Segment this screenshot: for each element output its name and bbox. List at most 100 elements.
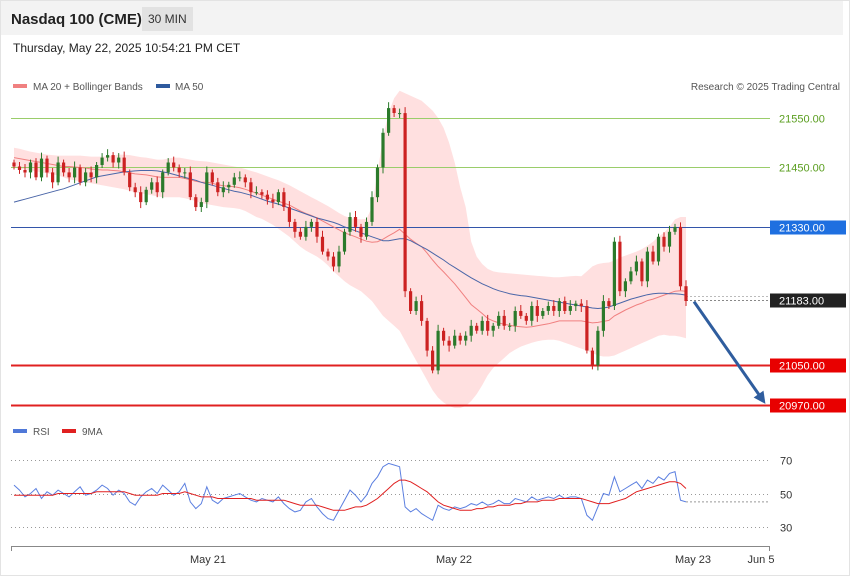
- candle-body: [667, 231, 672, 247]
- candle-body: [95, 165, 99, 178]
- candle-body: [370, 197, 374, 222]
- candle: [656, 233, 661, 266]
- candle-body: [304, 226, 308, 237]
- candle: [45, 155, 49, 178]
- candle-body: [568, 306, 572, 311]
- candle-body: [431, 350, 435, 371]
- candle-body: [535, 306, 539, 316]
- candle-body: [353, 217, 358, 227]
- candle-body: [78, 167, 82, 183]
- candle-body: [293, 221, 297, 232]
- candle-body: [530, 306, 534, 321]
- candle-body: [227, 184, 231, 188]
- candle-body: [486, 320, 490, 331]
- candle-body: [298, 231, 302, 237]
- candle: [596, 326, 600, 371]
- candle-body: [150, 182, 154, 190]
- candle-body: [403, 113, 407, 292]
- x-tick-label: Jun 5: [748, 554, 775, 566]
- candle-body: [480, 320, 484, 331]
- candle-body: [287, 207, 291, 222]
- rsi-ma-line: [14, 479, 687, 511]
- candle-body: [139, 192, 143, 203]
- candle: [387, 102, 391, 136]
- resistance-label: 21550.00: [779, 114, 825, 126]
- candle-body: [28, 162, 33, 173]
- candle: [205, 166, 209, 209]
- candle-body: [612, 241, 616, 306]
- candle-body: [260, 192, 264, 195]
- candle: [612, 237, 616, 310]
- arrow-head: [753, 390, 766, 404]
- rsi-panel: 70 50 30: [11, 456, 792, 535]
- candle-body: [640, 261, 644, 282]
- candle: [678, 222, 683, 291]
- candle-body: [67, 172, 71, 178]
- candle-body: [552, 306, 556, 311]
- candle-body: [398, 113, 402, 115]
- candle-body: [337, 251, 341, 267]
- arrow-shaft: [692, 300, 764, 400]
- rsi-tick-label: 30: [780, 523, 792, 535]
- candle-body: [420, 301, 424, 321]
- candle-body: [117, 157, 121, 163]
- candle-body: [629, 271, 633, 282]
- candle-body: [508, 325, 512, 327]
- candle-body: [17, 166, 22, 170]
- candle-body: [122, 157, 126, 173]
- candle-body: [34, 162, 38, 178]
- candle-body: [73, 167, 77, 178]
- candle: [618, 235, 622, 297]
- ma50-legend-swatch: [156, 84, 170, 88]
- candle-body: [232, 177, 236, 185]
- research-credit: Research © 2025 Trading Central: [691, 82, 840, 93]
- candle: [585, 300, 589, 354]
- candle-body: [447, 340, 451, 346]
- resistance-label: 21450.00: [779, 163, 825, 175]
- candle-body: [364, 221, 369, 237]
- candle-body: [331, 256, 336, 267]
- candle-body: [271, 199, 275, 203]
- rsi-tick-label: 70: [780, 456, 792, 468]
- candle-body: [166, 162, 170, 173]
- candle-body: [491, 325, 495, 331]
- candle: [375, 164, 380, 203]
- ma50-legend-label: MA 50: [175, 82, 204, 93]
- candle-body: [221, 187, 225, 193]
- rsi-ma-legend-swatch: [62, 429, 76, 433]
- rsi-tick-label: 50: [780, 490, 792, 502]
- candle-body: [469, 325, 473, 336]
- rsi-legend-swatch: [13, 429, 27, 433]
- candle-body: [45, 158, 49, 173]
- candle-body: [634, 261, 638, 272]
- candle-body: [144, 189, 148, 203]
- candle: [403, 107, 407, 298]
- candle-body: [155, 182, 159, 193]
- last-price-label: 21183.00: [779, 296, 824, 308]
- candle-body: [375, 167, 380, 198]
- candle-body: [177, 167, 181, 173]
- candle: [78, 164, 82, 186]
- ma20-legend-label: MA 20 + Bollinger Bands: [33, 82, 143, 93]
- candle-body: [563, 301, 567, 311]
- candle-body: [590, 350, 594, 366]
- candle-body: [161, 172, 165, 193]
- price-chart: MA 20 + Bollinger Bands MA 50 Research ©…: [11, 82, 846, 566]
- bollinger-band: [14, 90, 686, 409]
- candle-body: [458, 335, 462, 341]
- candle-body: [678, 226, 683, 287]
- candle-body: [684, 286, 688, 301]
- candle-body: [673, 226, 677, 232]
- candle-body: [315, 221, 319, 237]
- candle: [370, 191, 374, 226]
- candle-body: [342, 231, 347, 252]
- candle-body: [502, 315, 506, 326]
- x-tick-label: May 21: [190, 554, 226, 566]
- pivot-label: 21330.00: [779, 223, 825, 235]
- candle-body: [662, 236, 666, 247]
- candle-body: [39, 158, 44, 178]
- x-axis: May 21 May 22 May 23 Jun 5: [11, 546, 774, 566]
- x-tick-label: May 22: [436, 554, 472, 566]
- candle-body: [453, 335, 457, 346]
- candle-body: [254, 192, 258, 194]
